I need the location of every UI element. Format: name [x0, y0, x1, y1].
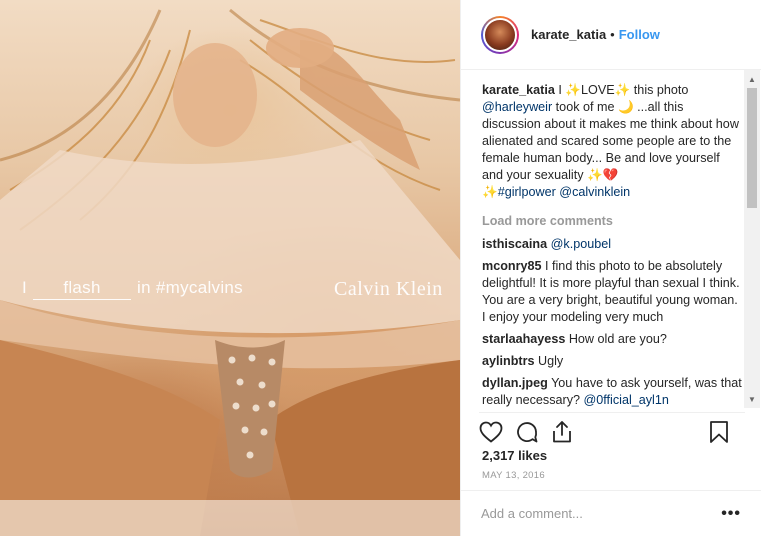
- share-icon: [553, 420, 571, 442]
- caption-hashtag[interactable]: #girlpower: [498, 185, 556, 199]
- comment-item: dyllan.jpeg You have to ask yourself, wa…: [482, 375, 744, 408]
- comment-mention[interactable]: @0fficial_ayl1n: [584, 393, 669, 407]
- share-button[interactable]: [551, 417, 587, 447]
- overlay-prefix: I: [22, 278, 28, 297]
- overlay-blank-word: flash: [33, 278, 132, 300]
- more-options-button[interactable]: •••: [721, 505, 741, 523]
- comment-username[interactable]: starlaahayess: [482, 332, 565, 346]
- post-header: karate_katia • Follow: [461, 0, 761, 70]
- caption-username[interactable]: karate_katia: [482, 83, 555, 97]
- comment-item: starlaahayess How old are you?: [482, 331, 744, 348]
- comment-item: isthiscaina @k.poubel: [482, 236, 744, 253]
- sparkles-emoji: ✨: [614, 83, 631, 97]
- comment-item: mconry85 I find this photo to be absolut…: [482, 258, 744, 326]
- comments-scrollbar[interactable]: ▲ ▼: [744, 70, 760, 408]
- comment-username[interactable]: aylinbtrs: [482, 354, 535, 368]
- scroll-up-arrow-icon[interactable]: ▲: [744, 72, 760, 88]
- broken-heart-emoji: 💔: [602, 168, 619, 182]
- scrollbar-thumb[interactable]: [747, 88, 757, 208]
- caption-mention[interactable]: @harleyweir: [482, 100, 552, 114]
- post-date[interactable]: MAY 13, 2016: [482, 470, 545, 481]
- comment-text: Ugly: [538, 354, 564, 368]
- post-photo[interactable]: I flash in #mycalvins Calvin Klein: [0, 0, 460, 536]
- sparkles-emoji: ✨: [565, 83, 582, 97]
- comments-list[interactable]: karate_katia I ✨LOVE✨ this photo @harley…: [482, 78, 744, 408]
- add-comment-input[interactable]: Add a comment...: [481, 506, 583, 521]
- sparkles-emoji: ✨: [482, 185, 498, 199]
- bookmark-icon: [710, 420, 728, 443]
- caption-text: took of me: [552, 100, 618, 114]
- header-username[interactable]: karate_katia: [531, 27, 606, 42]
- comment-text: How old are you?: [568, 332, 667, 346]
- overlay-brand-logo: Calvin Klein: [334, 278, 443, 300]
- load-more-comments-button[interactable]: Load more comments: [482, 213, 744, 230]
- comment-item: aylinbtrs Ugly: [482, 353, 744, 370]
- caption: karate_katia I ✨LOVE✨ this photo @harley…: [482, 82, 744, 201]
- add-comment-bar: Add a comment... •••: [461, 490, 761, 536]
- avatar[interactable]: [481, 15, 519, 54]
- comment-username[interactable]: dyllan.jpeg: [482, 376, 548, 390]
- comment-username[interactable]: mconry85: [482, 259, 542, 273]
- caption-text: I: [554, 83, 566, 97]
- save-button[interactable]: [709, 417, 745, 447]
- post-actions-bar: [479, 412, 745, 446]
- caption-mention[interactable]: @calvinklein: [559, 185, 630, 199]
- moon-emoji: 🌙: [618, 100, 634, 114]
- post-side-panel: karate_katia • Follow karate_katia I ✨LO…: [460, 0, 761, 536]
- caption-text: LOVE: [581, 83, 615, 97]
- comment-username[interactable]: isthiscaina: [482, 237, 547, 251]
- heart-icon: [479, 421, 503, 443]
- photo-illustration: [0, 8, 460, 536]
- scroll-down-arrow-icon[interactable]: ▼: [744, 392, 760, 408]
- overlay-tagline: I flash in #mycalvins: [22, 278, 243, 300]
- comment-mention[interactable]: @k.poubel: [551, 237, 611, 251]
- follow-button[interactable]: Follow: [619, 27, 660, 42]
- caption-text: this photo: [630, 83, 689, 97]
- like-button[interactable]: [479, 417, 515, 447]
- overlay-hashtag: in #mycalvins: [137, 278, 243, 297]
- comment-button[interactable]: [515, 417, 551, 447]
- sparkles-emoji: ✨: [587, 168, 603, 182]
- likes-count[interactable]: 2,317 likes: [482, 448, 547, 463]
- header-separator: •: [610, 27, 615, 42]
- comment-bubble-icon: [517, 421, 538, 442]
